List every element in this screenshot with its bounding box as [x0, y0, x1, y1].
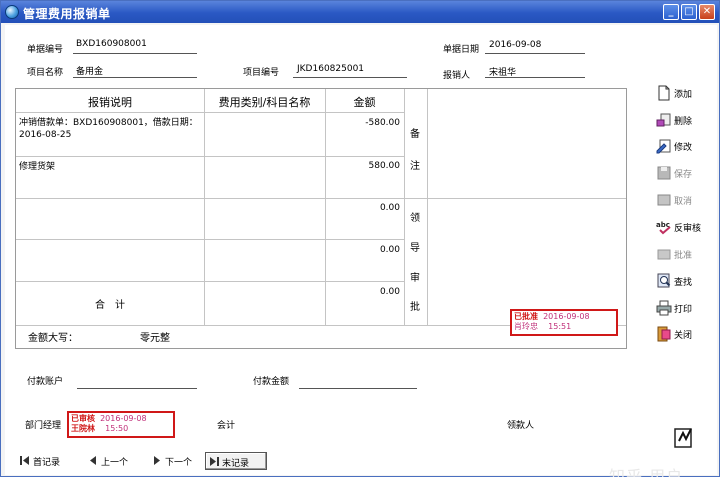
project-no-field[interactable]: JKD160825001: [297, 64, 364, 74]
first-record-icon: [19, 455, 31, 469]
nav-next-button[interactable]: 下一个: [149, 452, 207, 470]
add-button[interactable]: 添加: [654, 84, 714, 102]
approval-status: 已批准: [514, 312, 538, 321]
doc-no-label: 单据编号: [27, 45, 64, 55]
signature-icon: [671, 423, 701, 451]
maximize-button[interactable]: □: [681, 4, 697, 20]
project-name-field[interactable]: 备用金: [76, 64, 103, 77]
amount-words-label: 金额大写：: [28, 333, 78, 344]
project-name-label: 项目名称: [27, 68, 64, 78]
approval-char: 领: [410, 213, 420, 224]
audit-stamp: 已审核 2016-09-08 王院林 15:50: [67, 411, 175, 438]
approval-time: 15:51: [548, 322, 572, 331]
col-header-description: 报销说明: [88, 96, 132, 109]
form-area: 单据编号 BXD160908001 单据日期 2016-09-08 项目名称 备…: [5, 25, 717, 477]
search-icon: [656, 273, 672, 289]
spellcheck-icon: abc: [656, 219, 672, 235]
pay-account-label: 付款账户: [27, 377, 64, 387]
nav-first-button[interactable]: 首记录: [17, 452, 75, 470]
remark-field[interactable]: [430, 91, 624, 195]
new-document-icon: [656, 85, 672, 101]
table-row-desc[interactable]: 修理货架: [19, 161, 201, 173]
delete-icon: [656, 112, 672, 128]
approve-icon: [656, 246, 672, 262]
approval-char: 审: [410, 273, 420, 284]
close-button[interactable]: 关闭: [654, 325, 714, 343]
printer-icon: [656, 300, 672, 316]
col-header-amount: 金额: [353, 96, 376, 109]
total-amount: 0.00: [379, 287, 400, 297]
watermark: 知乎 用户: [609, 467, 684, 477]
project-no-label: 项目编号: [243, 68, 280, 78]
app-window: 管理费用报销单 _ □ ✕ 单据编号 BXD160908001 单据日期 201…: [0, 0, 720, 477]
cancel-button[interactable]: 取消: [654, 191, 714, 209]
audit-status: 已审核: [71, 414, 95, 423]
audit-date: 2016-09-08: [100, 414, 147, 423]
claimant-label: 报销人: [443, 71, 471, 81]
print-button[interactable]: 打印: [654, 299, 714, 317]
unaudit-button[interactable]: abc 反审核: [654, 218, 714, 236]
doc-no-field[interactable]: BXD160908001: [76, 39, 147, 49]
date-field[interactable]: 2016-09-08: [489, 40, 541, 50]
table-row-amount[interactable]: 0.00: [328, 203, 400, 213]
close-window-button[interactable]: ✕: [699, 4, 715, 20]
nav-prev-button[interactable]: 上一个: [85, 452, 143, 470]
window-title: 管理费用报销单: [23, 7, 111, 21]
exit-door-icon: [656, 326, 672, 342]
find-button[interactable]: 查找: [654, 272, 714, 290]
table-row-amount[interactable]: -580.00: [328, 118, 400, 128]
expense-table: 报销说明 费用类别/科目名称 金额 冲销借款单：BXD160908001，借款日…: [15, 88, 627, 349]
table-row-amount[interactable]: 580.00: [328, 161, 401, 171]
save-button[interactable]: 保存: [654, 164, 714, 182]
remark-char: 注: [410, 161, 420, 172]
last-record-icon: [208, 456, 220, 470]
edit-button[interactable]: 修改: [654, 137, 714, 155]
minimize-button[interactable]: _: [663, 4, 679, 20]
remark-char: 备: [410, 129, 420, 140]
total-label: 合 计: [95, 300, 125, 311]
approval-user: 肖玲忠: [514, 322, 538, 331]
accountant-label: 会计: [217, 421, 236, 431]
dept-manager-label: 部门经理: [25, 421, 62, 431]
next-arrow-icon: [151, 455, 163, 469]
approval-char: 导: [410, 243, 420, 254]
approval-date: 2016-09-08: [543, 312, 590, 321]
audit-time: 15:50: [105, 424, 129, 433]
date-label: 单据日期: [443, 45, 480, 55]
audit-user: 王院林: [71, 424, 95, 433]
col-header-category: 费用类别/科目名称: [218, 96, 311, 109]
approval-stamp: 已批准 2016-09-08 肖玲忠 15:51: [510, 309, 618, 336]
table-row-amount[interactable]: 0.00: [328, 245, 400, 255]
amount-words: 零元整: [140, 333, 170, 344]
approve-button[interactable]: 批准: [654, 245, 714, 263]
receiver-label: 领款人: [507, 421, 535, 431]
pay-amount-label: 付款金额: [253, 377, 290, 387]
prev-arrow-icon: [87, 455, 99, 469]
table-row-desc[interactable]: 冲销借款单：BXD160908001，借款日期：2016-08-25: [19, 117, 201, 141]
cancel-icon: [656, 192, 672, 208]
title-bar: 管理费用报销单 _ □ ✕: [1, 1, 719, 23]
delete-button[interactable]: 删除: [654, 111, 714, 129]
approval-char: 批: [410, 302, 420, 313]
edit-icon: [656, 138, 672, 154]
app-icon: [5, 5, 19, 19]
save-icon: [656, 165, 672, 181]
nav-last-button[interactable]: 末记录: [205, 452, 267, 470]
